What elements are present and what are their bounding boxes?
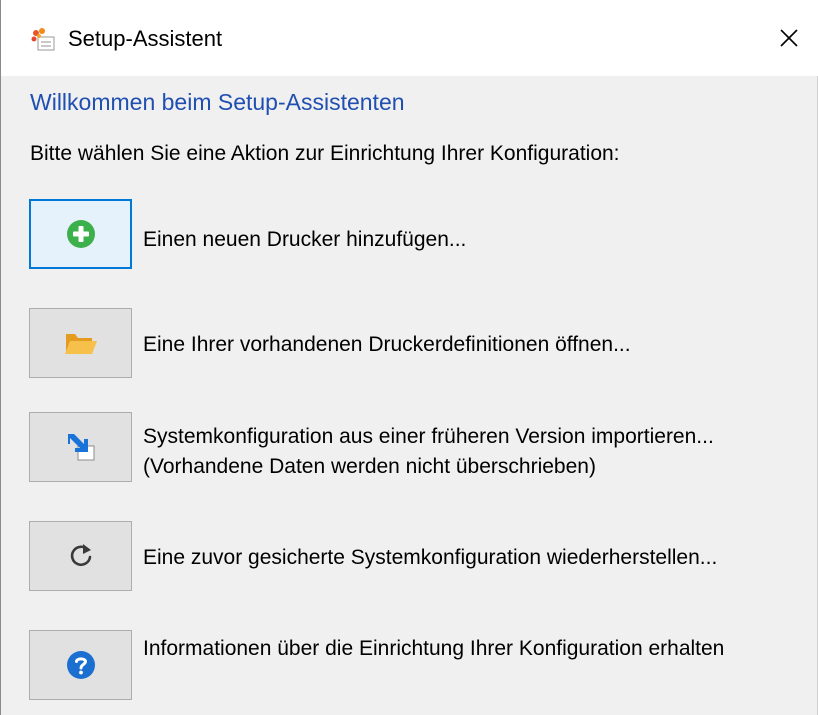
instruction-text: Bitte wählen Sie eine Aktion zur Einrich… xyxy=(30,142,620,165)
help-button[interactable] xyxy=(29,630,132,700)
window-title: Setup-Assistent xyxy=(68,26,223,51)
help-icon xyxy=(66,651,95,679)
import-configuration-label: Systemkonfiguration aus einer früheren V… xyxy=(143,425,714,448)
setup-assistant-window: Setup-Assistent Willkommen beim Setup-As… xyxy=(0,0,818,715)
close-icon xyxy=(780,29,798,47)
add-printer-button[interactable] xyxy=(29,199,132,269)
folder-open-icon xyxy=(64,334,97,354)
close-button[interactable] xyxy=(760,0,818,76)
restore-configuration-label: Eine zuvor gesicherte Systemkonfiguratio… xyxy=(143,546,718,569)
import-configuration-button[interactable] xyxy=(29,412,132,482)
add-printer-label: Einen neuen Drucker hinzufügen... xyxy=(143,228,467,251)
open-printer-definition-button[interactable] xyxy=(29,308,132,378)
import-configuration-note: (Vorhandene Daten werden nicht überschri… xyxy=(143,455,596,478)
title-bar: Setup-Assistent xyxy=(1,0,818,76)
import-icon xyxy=(67,434,94,461)
restore-configuration-button[interactable] xyxy=(29,521,132,591)
welcome-heading: Willkommen beim Setup-Assistenten xyxy=(30,89,405,115)
open-printer-definition-label: Eine Ihrer vorhandenen Druckerdefinition… xyxy=(143,333,631,356)
app-icon xyxy=(30,27,56,51)
restore-icon xyxy=(70,544,91,567)
help-label: Informationen über die Einrichtung Ihrer… xyxy=(143,637,725,660)
add-icon xyxy=(66,220,95,248)
